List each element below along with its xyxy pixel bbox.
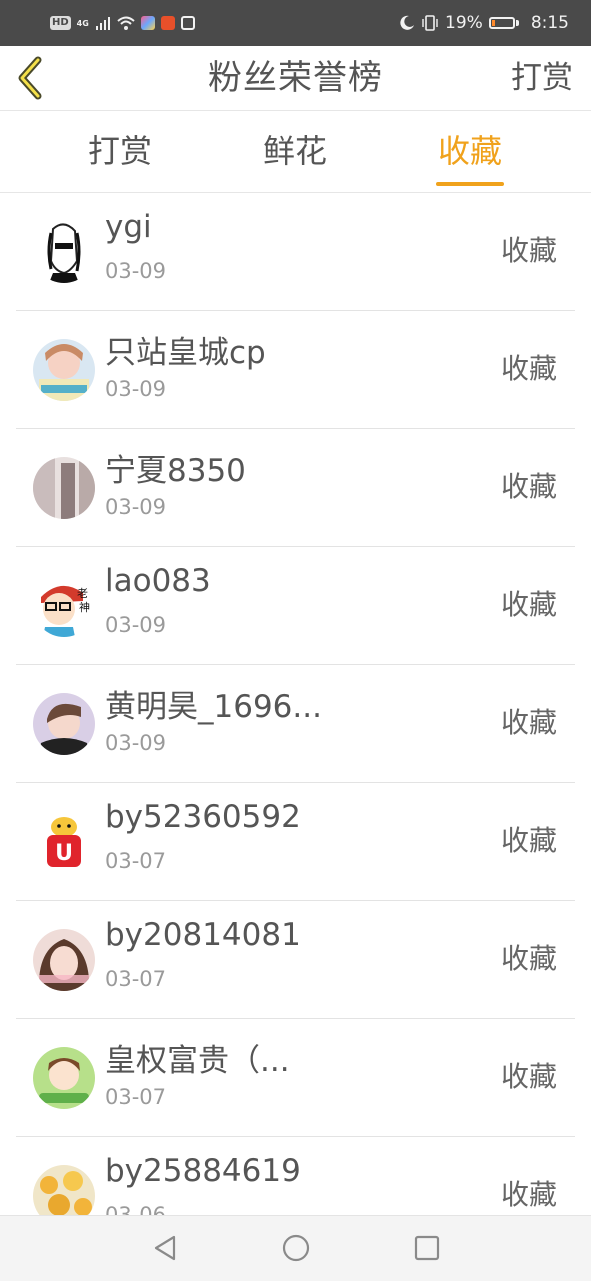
moon-icon bbox=[400, 15, 415, 30]
list-item[interactable]: by20814081 03-07 收藏 bbox=[0, 901, 591, 1019]
svg-text:神: 神 bbox=[79, 600, 90, 614]
svg-text:U: U bbox=[55, 841, 73, 866]
wifi-icon bbox=[117, 16, 135, 30]
nav-recents-button[interactable] bbox=[412, 1233, 442, 1263]
username: lao083 bbox=[105, 563, 211, 599]
date: 03-09 bbox=[105, 259, 167, 283]
favorite-label: 收藏 bbox=[500, 1178, 557, 1211]
status-bar: HD 4G 19% 8:15 bbox=[0, 0, 591, 46]
tab-favorites[interactable]: 收藏 bbox=[410, 111, 530, 192]
username: ygi bbox=[105, 209, 152, 245]
username: 宁夏8350 bbox=[105, 453, 246, 489]
home-circle-icon bbox=[282, 1234, 310, 1262]
battery-percent: 19% bbox=[445, 13, 483, 33]
vibrate-icon bbox=[422, 15, 438, 31]
list-item[interactable]: 宁夏8350 03-09 收藏 bbox=[0, 429, 591, 547]
clock: 8:15 bbox=[530, 13, 569, 33]
date: 03-07 bbox=[105, 967, 167, 991]
list-item[interactable]: 黄明昊_1696... 03-09 收藏 bbox=[0, 665, 591, 783]
glove-app-icon bbox=[180, 16, 195, 30]
favorite-label: 收藏 bbox=[500, 824, 557, 857]
svg-text:老: 老 bbox=[77, 587, 88, 600]
nav-back-button[interactable] bbox=[150, 1233, 180, 1263]
status-right: 19% 8:15 bbox=[399, 11, 569, 35]
tip-button[interactable]: 打赏 bbox=[511, 46, 573, 110]
avatar[interactable] bbox=[33, 1047, 95, 1109]
network-type: 4G bbox=[76, 18, 89, 28]
tab-flowers[interactable]: 鲜花 bbox=[235, 111, 355, 192]
avatar[interactable] bbox=[33, 929, 95, 991]
avatar[interactable] bbox=[33, 693, 95, 755]
date: 03-09 bbox=[105, 377, 167, 401]
date: 03-09 bbox=[105, 731, 167, 755]
favorite-label: 收藏 bbox=[500, 234, 557, 267]
avatar[interactable] bbox=[33, 457, 95, 519]
username: 黄明昊_1696... bbox=[105, 689, 322, 725]
list-item[interactable]: ygi 03-09 收藏 bbox=[0, 193, 591, 311]
hd-badge: HD bbox=[50, 16, 71, 30]
favorite-label: 收藏 bbox=[500, 588, 557, 621]
username: by20814081 bbox=[105, 917, 301, 953]
back-triangle-icon bbox=[154, 1235, 176, 1261]
date: 03-07 bbox=[105, 849, 167, 873]
username: by25884619 bbox=[105, 1153, 301, 1189]
tab-label: 打赏 bbox=[87, 132, 152, 170]
favorite-label: 收藏 bbox=[500, 706, 557, 739]
list-item[interactable]: U by52360592 03-07 收藏 bbox=[0, 783, 591, 901]
recents-square-icon bbox=[414, 1235, 440, 1261]
avatar[interactable]: U bbox=[33, 811, 95, 873]
username: by52360592 bbox=[105, 799, 301, 835]
avatar[interactable] bbox=[33, 221, 95, 283]
list-item[interactable]: 皇权富贵（... 03-07 收藏 bbox=[0, 1019, 591, 1137]
signal-icon bbox=[95, 17, 110, 30]
fan-list: ygi 03-09 收藏 只站皇城cp 03-09 收藏 宁夏8350 03-0… bbox=[0, 193, 591, 1255]
favorite-label: 收藏 bbox=[500, 942, 557, 975]
list-item[interactable]: 只站皇城cp 03-09 收藏 bbox=[0, 311, 591, 429]
page-title: 粉丝荣誉榜 bbox=[208, 58, 383, 98]
date: 03-07 bbox=[105, 1085, 167, 1109]
system-nav-bar bbox=[0, 1215, 591, 1281]
date: 03-09 bbox=[105, 495, 167, 519]
favorite-label: 收藏 bbox=[500, 470, 557, 503]
tab-label: 鲜花 bbox=[262, 132, 327, 170]
battery-icon bbox=[488, 17, 519, 29]
tab-bar: 打赏 鲜花 收藏 bbox=[0, 111, 591, 193]
username: 只站皇城cp bbox=[105, 335, 266, 371]
tab-active-indicator bbox=[436, 182, 504, 186]
tab-label: 收藏 bbox=[437, 132, 502, 170]
avatar[interactable]: 老 神 bbox=[33, 575, 95, 637]
nav-home-button[interactable] bbox=[281, 1233, 311, 1263]
status-left: HD 4G bbox=[50, 11, 195, 35]
date: 03-09 bbox=[105, 613, 167, 637]
video-app-icon bbox=[160, 16, 175, 30]
favorite-label: 收藏 bbox=[500, 1060, 557, 1093]
username: 皇权富贵（... bbox=[105, 1043, 290, 1079]
list-item[interactable]: 老 神 lao083 03-09 收藏 bbox=[0, 547, 591, 665]
avatar[interactable] bbox=[33, 339, 95, 401]
tab-tip[interactable]: 打赏 bbox=[60, 111, 180, 192]
favorite-label: 收藏 bbox=[500, 352, 557, 385]
top-app-bar: 粉丝荣誉榜 打赏 bbox=[0, 46, 591, 111]
app-icon bbox=[140, 16, 155, 30]
